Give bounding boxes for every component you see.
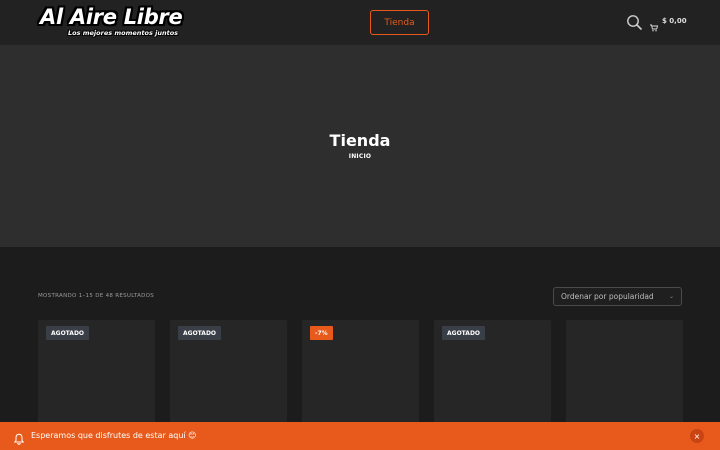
status-badge: AGOTADO: [442, 326, 486, 340]
sort-selected-value: Ordenar por popularidad: [561, 292, 654, 301]
search-icon[interactable]: [626, 14, 642, 30]
nav-tienda-button[interactable]: Tienda: [370, 10, 429, 35]
cart-link[interactable]: $ 0,00: [650, 17, 687, 32]
result-count: MOSTRANDO 1–15 DE 48 RESULTADOS: [38, 293, 155, 299]
product-card[interactable]: AGOTADO: [38, 320, 155, 430]
breadcrumb[interactable]: INICIO: [0, 153, 720, 160]
chevron-down-icon: ⌄: [668, 293, 674, 300]
product-card[interactable]: -7%: [302, 320, 419, 430]
sort-dropdown[interactable]: Ordenar por popularidad ⌄: [553, 287, 682, 306]
status-badge: AGOTADO: [46, 326, 90, 340]
product-card[interactable]: AGOTADO: [170, 320, 287, 430]
status-badge: AGOTADO: [178, 326, 222, 340]
product-card[interactable]: AGOTADO: [434, 320, 551, 430]
site-logo[interactable]: Al Aire Libre Los mejores momentos junto…: [38, 5, 193, 40]
store-notice-bar: Esperamos que disfrutes de estar aquí 😊 …: [0, 422, 720, 450]
site-header: Al Aire Libre Los mejores momentos junto…: [0, 0, 720, 45]
page-hero: Tienda INICIO: [0, 45, 720, 247]
cart-total: $ 0,00: [662, 17, 687, 25]
close-icon[interactable]: ×: [690, 429, 704, 443]
bell-icon: [13, 430, 25, 445]
logo-tagline: Los mejores momentos juntos: [68, 29, 179, 37]
logo-title: Al Aire Libre: [40, 5, 183, 29]
page-title: Tienda: [329, 131, 391, 150]
notice-text: Esperamos que disfrutes de estar aquí 😊: [31, 431, 197, 440]
product-card[interactable]: [566, 320, 683, 430]
cart-icon: [650, 17, 659, 32]
sale-badge: -7%: [310, 326, 333, 340]
